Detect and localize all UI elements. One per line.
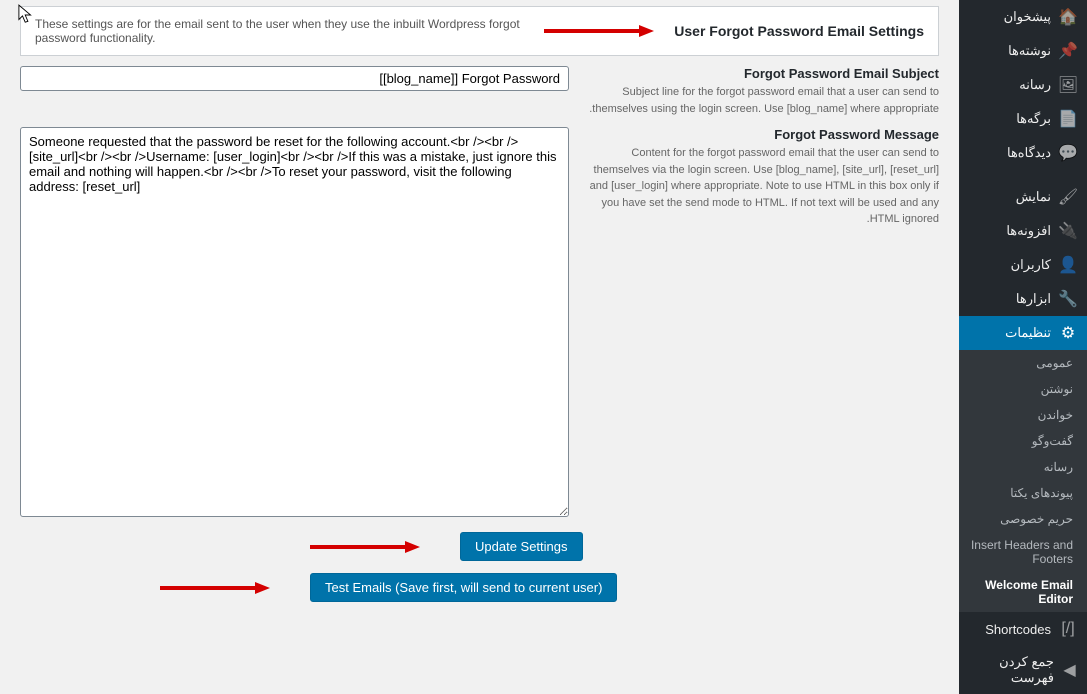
submenu-general[interactable]: عمومی	[959, 350, 1087, 376]
message-help: Content for the forgot password email th…	[579, 145, 939, 228]
sidebar-item-comments[interactable]: 💬 دیدگاه‌ها	[959, 136, 1087, 170]
update-settings-button[interactable]: Update Settings	[460, 532, 583, 561]
submenu-discussion[interactable]: گفت‌وگو	[959, 428, 1087, 454]
sidebar-item-pages[interactable]: 📄 برگه‌ها	[959, 102, 1087, 136]
pin-icon: 📌	[1059, 42, 1077, 60]
sidebar-item-plugins[interactable]: 🔌 افزونه‌ها	[959, 214, 1087, 248]
gear-icon: ⚙	[1059, 324, 1077, 342]
sidebar-item-dashboard[interactable]: 🏠 پیشخوان	[959, 0, 1087, 34]
sidebar-item-label: رسانه	[1019, 77, 1051, 93]
arrow-annotation-icon	[160, 581, 270, 595]
sidebar-item-label: ابزارها	[1016, 291, 1051, 307]
admin-sidebar: 🏠 پیشخوان 📌 نوشته‌ها 🖼 رسانه 📄 برگه‌ها 💬 دیدگ…	[959, 0, 1087, 694]
sidebar-item-tools[interactable]: 🔧 ابزارها	[959, 282, 1087, 316]
submenu-permalinks[interactable]: پیوندهای یکتا	[959, 480, 1087, 506]
sidebar-item-appearance[interactable]: 🖌 نمایش	[959, 180, 1087, 214]
submenu-privacy[interactable]: حریم خصوصی	[959, 506, 1087, 532]
shortcode-icon: [/]	[1059, 620, 1077, 638]
subject-help: Subject line for the forgot password ema…	[579, 84, 939, 117]
submenu-reading[interactable]: خواندن	[959, 402, 1087, 428]
sidebar-item-users[interactable]: 👤 کاربران	[959, 248, 1087, 282]
submenu-insert-headers[interactable]: Insert Headers and Footers	[959, 532, 1087, 572]
main-content: User Forgot Password Email Settings Thes…	[0, 0, 959, 694]
user-icon: 👤	[1059, 256, 1077, 274]
arrow-annotation-icon	[544, 24, 654, 38]
submenu-welcome-email[interactable]: Welcome Email Editor	[959, 572, 1087, 612]
subject-input[interactable]	[20, 66, 569, 91]
section-header: User Forgot Password Email Settings Thes…	[20, 6, 939, 56]
settings-submenu: عمومی نوشتن خواندن گفت‌وگو رسانه پیوندها…	[959, 350, 1087, 612]
submenu-writing[interactable]: نوشتن	[959, 376, 1087, 402]
section-description: These settings are for the email sent to…	[35, 17, 524, 45]
sidebar-item-label: نوشته‌ها	[1008, 43, 1051, 59]
mouse-cursor	[18, 4, 36, 26]
sidebar-item-shortcodes[interactable]: [/] Shortcodes	[959, 612, 1087, 646]
sidebar-item-media[interactable]: 🖼 رسانه	[959, 68, 1087, 102]
sidebar-item-settings[interactable]: ⚙ تنظیمات	[959, 316, 1087, 350]
sidebar-item-label: Shortcodes	[985, 622, 1051, 637]
plugin-icon: 🔌	[1059, 222, 1077, 240]
sidebar-item-label: کاربران	[1011, 257, 1051, 273]
submenu-media[interactable]: رسانه	[959, 454, 1087, 480]
sidebar-item-label: دیدگاه‌ها	[1007, 145, 1051, 161]
sidebar-item-posts[interactable]: 📌 نوشته‌ها	[959, 34, 1087, 68]
sidebar-item-label: جمع کردن فهرست	[969, 654, 1054, 686]
collapse-icon: ◀	[1062, 661, 1077, 679]
sidebar-item-label: نمایش	[1016, 189, 1051, 205]
sidebar-item-label: برگه‌ها	[1016, 111, 1051, 127]
sidebar-item-collapse[interactable]: ◀ جمع کردن فهرست	[959, 646, 1087, 694]
subject-label: Forgot Password Email Subject	[579, 66, 939, 81]
sidebar-item-label: پیشخوان	[1004, 9, 1051, 25]
test-emails-button[interactable]: Test Emails (Save first, will send to cu…	[310, 573, 617, 602]
brush-icon: 🖌	[1059, 188, 1077, 206]
message-label: Forgot Password Message	[579, 127, 939, 142]
sidebar-item-label: افزونه‌ها	[1006, 223, 1051, 239]
wrench-icon: 🔧	[1059, 290, 1077, 308]
arrow-annotation-icon	[310, 540, 420, 554]
page-icon: 📄	[1059, 110, 1077, 128]
dashboard-icon: 🏠	[1059, 8, 1077, 26]
section-title: User Forgot Password Email Settings	[674, 23, 924, 39]
sidebar-item-label: تنظیمات	[1005, 325, 1051, 341]
message-textarea[interactable]	[20, 127, 569, 517]
comment-icon: 💬	[1059, 144, 1077, 162]
media-icon: 🖼	[1059, 76, 1077, 94]
